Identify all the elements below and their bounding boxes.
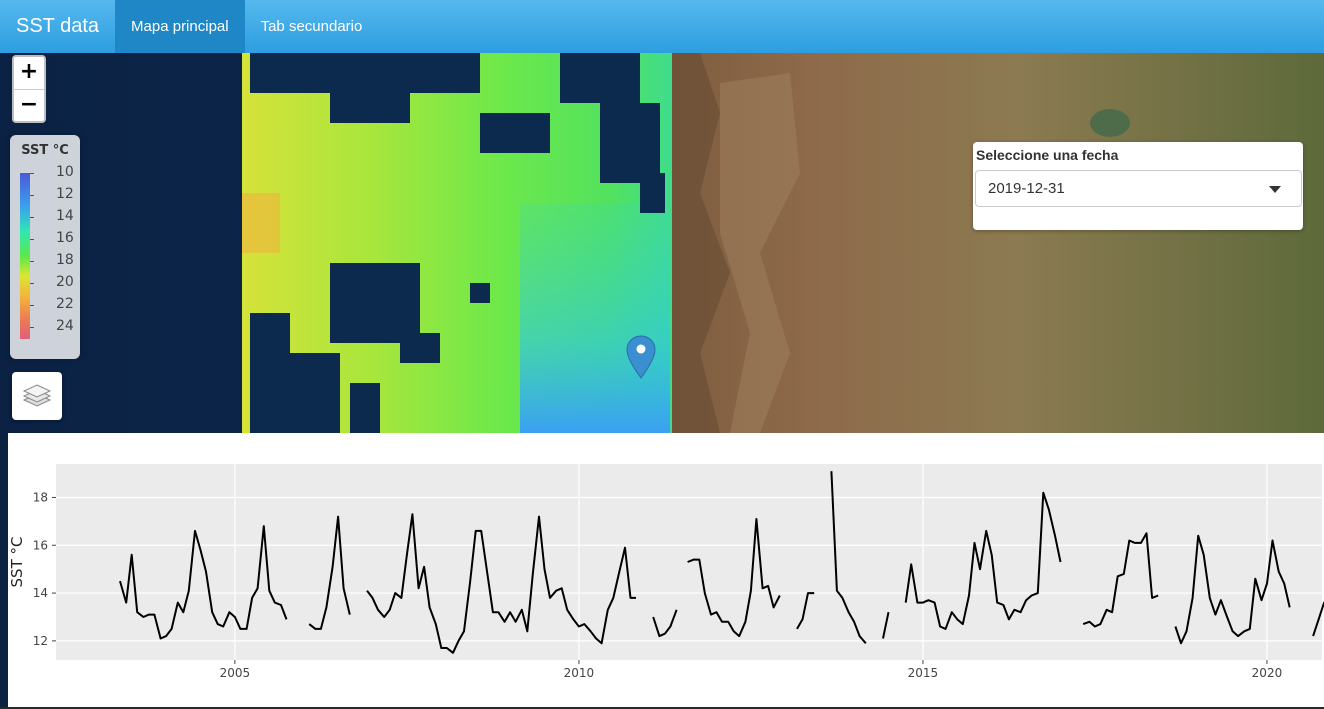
legend-tick-label: 16 [56,230,74,246]
y-tick-label: 18 [33,490,48,504]
legend-tick-mark [30,283,34,284]
sst-legend: SST °C 10 12 14 16 18 20 22 24 [10,135,80,359]
legend-title: SST °C [21,143,69,158]
legend-tick-mark [30,217,34,218]
tab-mapa-principal[interactable]: Mapa principal [115,0,245,53]
sst-map[interactable] [0,53,1324,433]
legend-tick-mark [30,305,34,306]
chevron-down-icon [1269,186,1281,193]
legend-tick-label: 18 [56,252,74,268]
map-tiles[interactable] [0,53,1324,433]
x-tick-label: 2005 [220,666,251,680]
sst-chart: 12 14 16 18 2005 2010 2015 2020 SST °C [8,464,1324,680]
map-pin-icon[interactable] [626,335,656,379]
legend-tick-mark [30,261,34,262]
legend-tick-mark [30,173,34,174]
date-select-value: 2019-12-31 [988,180,1065,197]
date-selector-label: Seleccione una fecha [976,147,1119,163]
layers-button[interactable] [12,372,62,420]
y-axis-label: SST °C [8,537,26,588]
zoom-control: + − [12,55,46,123]
layers-icon [22,384,52,407]
zoom-in-button[interactable]: + [14,57,44,89]
legend-tick-label: 14 [56,208,74,224]
legend-tick-label: 10 [56,164,74,180]
legend-tick-mark [30,195,34,196]
y-tick-label: 12 [33,634,48,648]
date-selector-panel: Seleccione una fecha 2019-12-31 [973,142,1303,230]
legend-tick-mark [30,239,34,240]
legend-tick-label: 22 [56,296,74,312]
zoom-out-button[interactable]: − [14,89,44,121]
legend-tick-mark [30,327,34,328]
tab-secundario[interactable]: Tab secundario [245,0,379,53]
app-root: SST data Mapa principal Tab secundario +… [0,0,1324,709]
legend-color-bar [20,173,30,339]
sst-time-series: 12 14 16 18 2005 2010 2015 2020 SST °C [8,433,1324,707]
x-tick-label: 2015 [908,666,939,680]
legend-tick-label: 20 [56,274,74,290]
navbar: SST data Mapa principal Tab secundario [0,0,1324,53]
legend-tick-label: 12 [56,186,74,202]
y-tick-label: 16 [33,538,48,552]
x-tick-label: 2010 [564,666,595,680]
y-tick-label: 14 [33,586,48,600]
legend-tick-label: 24 [56,318,74,334]
app-brand[interactable]: SST data [0,0,115,53]
date-select[interactable]: 2019-12-31 [975,170,1302,207]
x-tick-label: 2020 [1252,666,1283,680]
